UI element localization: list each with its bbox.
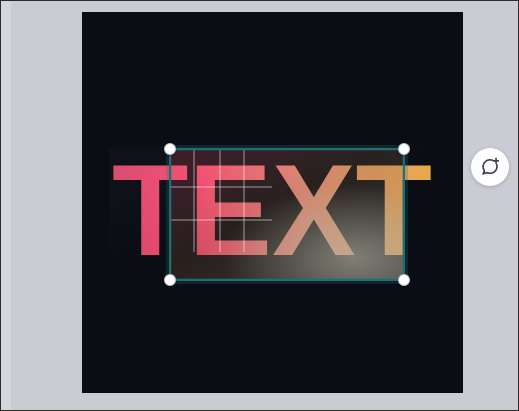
resize-handle-top-left[interactable] xyxy=(164,143,176,155)
resize-handle-bottom-right[interactable] xyxy=(398,274,410,286)
resize-handle-top-right[interactable] xyxy=(398,143,410,155)
design-canvas[interactable]: TEXT xyxy=(82,12,463,393)
side-panel-edge xyxy=(1,1,11,410)
add-comment-button[interactable]: comment-plus-icon xyxy=(471,148,509,186)
comment-plus-icon xyxy=(479,156,501,178)
selection-box[interactable] xyxy=(164,143,410,286)
resize-handle-bottom-left[interactable] xyxy=(164,274,176,286)
editor-workspace: TEXT xyxy=(0,0,519,411)
